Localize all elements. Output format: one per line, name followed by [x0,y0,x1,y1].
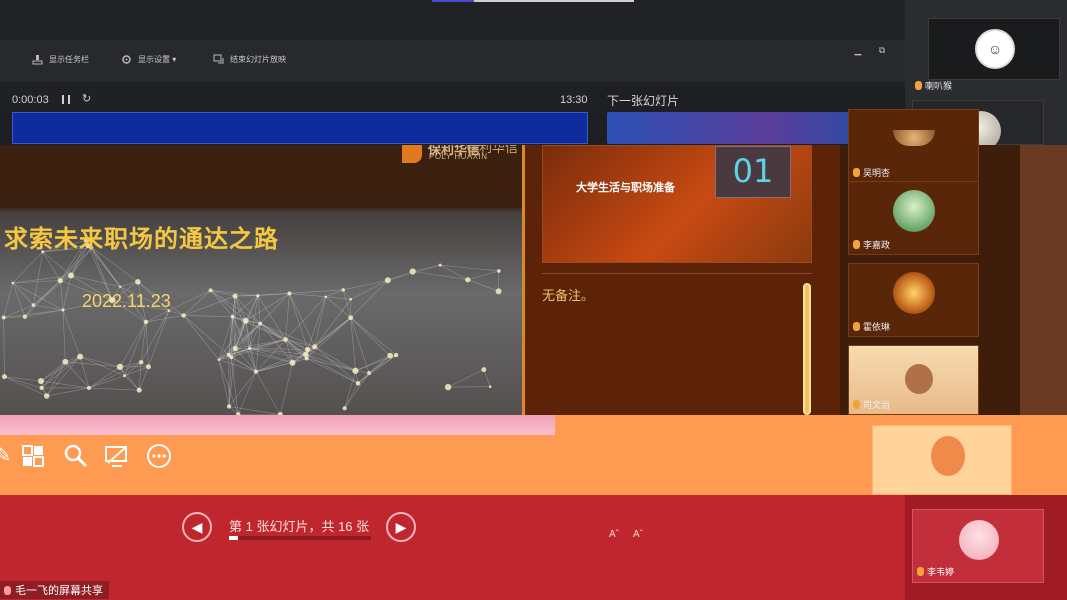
next-slide-button[interactable]: ▶ [386,512,416,542]
participant-name-tag: 李韦婷 [917,565,954,578]
avatar: ☺ [975,29,1015,69]
timer-row: 0:00:03 ↻ 13:30 [0,82,600,112]
display-settings-label: 显示设置 ▾ [138,55,177,64]
notes-scrollbar[interactable] [803,283,811,415]
participant-name-tag: 司文治 [853,398,890,411]
decrease-font-button[interactable]: Aˇ [633,529,643,540]
zoom-icon[interactable] [63,443,89,469]
increase-font-button[interactable]: Aˆ [609,529,619,540]
avatar [931,436,965,476]
slide-tools-bar: ✎ [0,415,1067,523]
slide-title: 求索未来职场的通达之路 [4,226,279,253]
microphone-icon [853,168,860,177]
participant-gallery: 吴明杏 李嘉政 霍依琳 司文治 [840,109,1020,415]
taskbar-icon [32,55,43,65]
avatar [893,272,935,314]
participant-name-tag: 霍依琳 [853,320,890,333]
gear-icon [122,55,131,64]
participant-video-tile[interactable] [872,425,1012,495]
slide-navigation-bar: ◀ 第 1 张幻灯片，共 16 张 ▶ Aˆ Aˇ 李韦婷 毛一飞的屏幕共享 [0,495,1067,600]
participant-video-tile[interactable]: 吴明杏 [848,109,979,183]
main-slide: 保利华信 POLY HUAXIN 保利华信 求索未来职场的通达之路 2022.1… [0,145,522,415]
participant-video-tile[interactable]: 李韦婷 [912,509,1044,583]
participant-name: 司文治 [863,400,891,410]
avatar [893,130,935,146]
slide-bottom-edge [0,415,555,435]
window-tab-indicator [474,0,634,2]
next-slide-title: 大学生活与职场准备 [576,182,675,194]
slide-progress-fill [229,536,238,540]
participant-name: 李韦婷 [927,567,955,577]
speaker-notes: 无备注。 [542,288,595,303]
microphone-icon [917,567,924,576]
pause-icon[interactable] [62,95,70,104]
microphone-icon [915,81,922,90]
participant-video-tile[interactable]: 霍依琳 [848,263,979,337]
end-slideshow-label: 结束幻灯片放映 [230,55,286,64]
screen-share-indicator: 毛一飞的屏幕共享 [0,581,109,599]
active-window-indicator [432,0,474,2]
slide-date: 2022.11.23 [82,291,171,311]
logo-text-cn-2: 保利华信 [466,145,519,155]
top-title-strip [0,0,920,40]
panel-divider [522,145,525,415]
logo-icon [402,145,422,163]
more-options-icon[interactable] [146,443,172,469]
next-slide-preview-edge [607,112,875,144]
slide-grid-icon[interactable] [21,443,47,469]
avatar [905,364,933,394]
microphone-icon [853,240,860,249]
restore-button[interactable]: ⧉ [875,45,889,56]
notes-divider [542,273,812,274]
microphone-icon [853,322,860,331]
slide-counter: 第 1 张幻灯片，共 16 张 [229,519,370,534]
screen-share-label: 毛一飞的屏幕共享 [15,585,103,597]
microphone-icon [853,400,860,409]
participant-name-tag: 吴明杏 [853,166,890,179]
self-video-tile[interactable]: ☺ [928,18,1060,80]
current-slide-preview-edge [12,112,588,144]
black-screen-icon[interactable] [104,443,130,469]
participant-name-tag: 李嘉政 [853,238,890,251]
participant-name-tag: 喇叭猴 [915,79,952,92]
show-taskbar-label: 显示任务栏 [49,55,89,64]
restart-icon[interactable]: ↻ [82,92,91,105]
participant-video-tile[interactable]: 李嘉政 [848,181,979,255]
end-slideshow-button[interactable]: 结束幻灯片放映 [213,54,286,65]
participant-name: 霍依琳 [863,322,891,332]
notes-panel: 大学生活与职场准备 01 无备注。 [522,145,840,415]
next-slide-number: 01 [715,146,791,198]
participant-video-tile[interactable]: 司文治 [848,345,979,415]
gallery-scroll-area [1020,145,1067,415]
previous-slide-button[interactable]: ◀ [182,512,212,542]
participant-name: 吴明杏 [863,168,891,178]
show-taskbar-button[interactable]: 显示任务栏 [32,54,89,65]
avatar [959,520,999,560]
participant-name: 李嘉政 [863,240,891,250]
next-slide-thumbnail[interactable]: 大学生活与职场准备 01 [542,145,812,263]
elapsed-timer: 0:00:03 [12,94,49,106]
minimize-button[interactable]: ▁ [851,45,865,56]
next-slide-label: 下一张幻灯片 [607,94,680,108]
current-time: 13:30 [560,94,588,106]
slide-progress-bar [229,536,371,540]
end-show-icon [213,54,224,64]
presenter-toolbar: 显示任务栏 显示设置 ▾ 结束幻灯片放映 ▁ ⧉ ✕ [0,40,920,82]
pen-icon[interactable]: ✎ [0,443,16,469]
avatar [893,190,935,232]
participant-name: 喇叭猴 [925,81,953,91]
microphone-icon [4,585,11,595]
display-settings-button[interactable]: 显示设置 ▾ [121,54,176,65]
